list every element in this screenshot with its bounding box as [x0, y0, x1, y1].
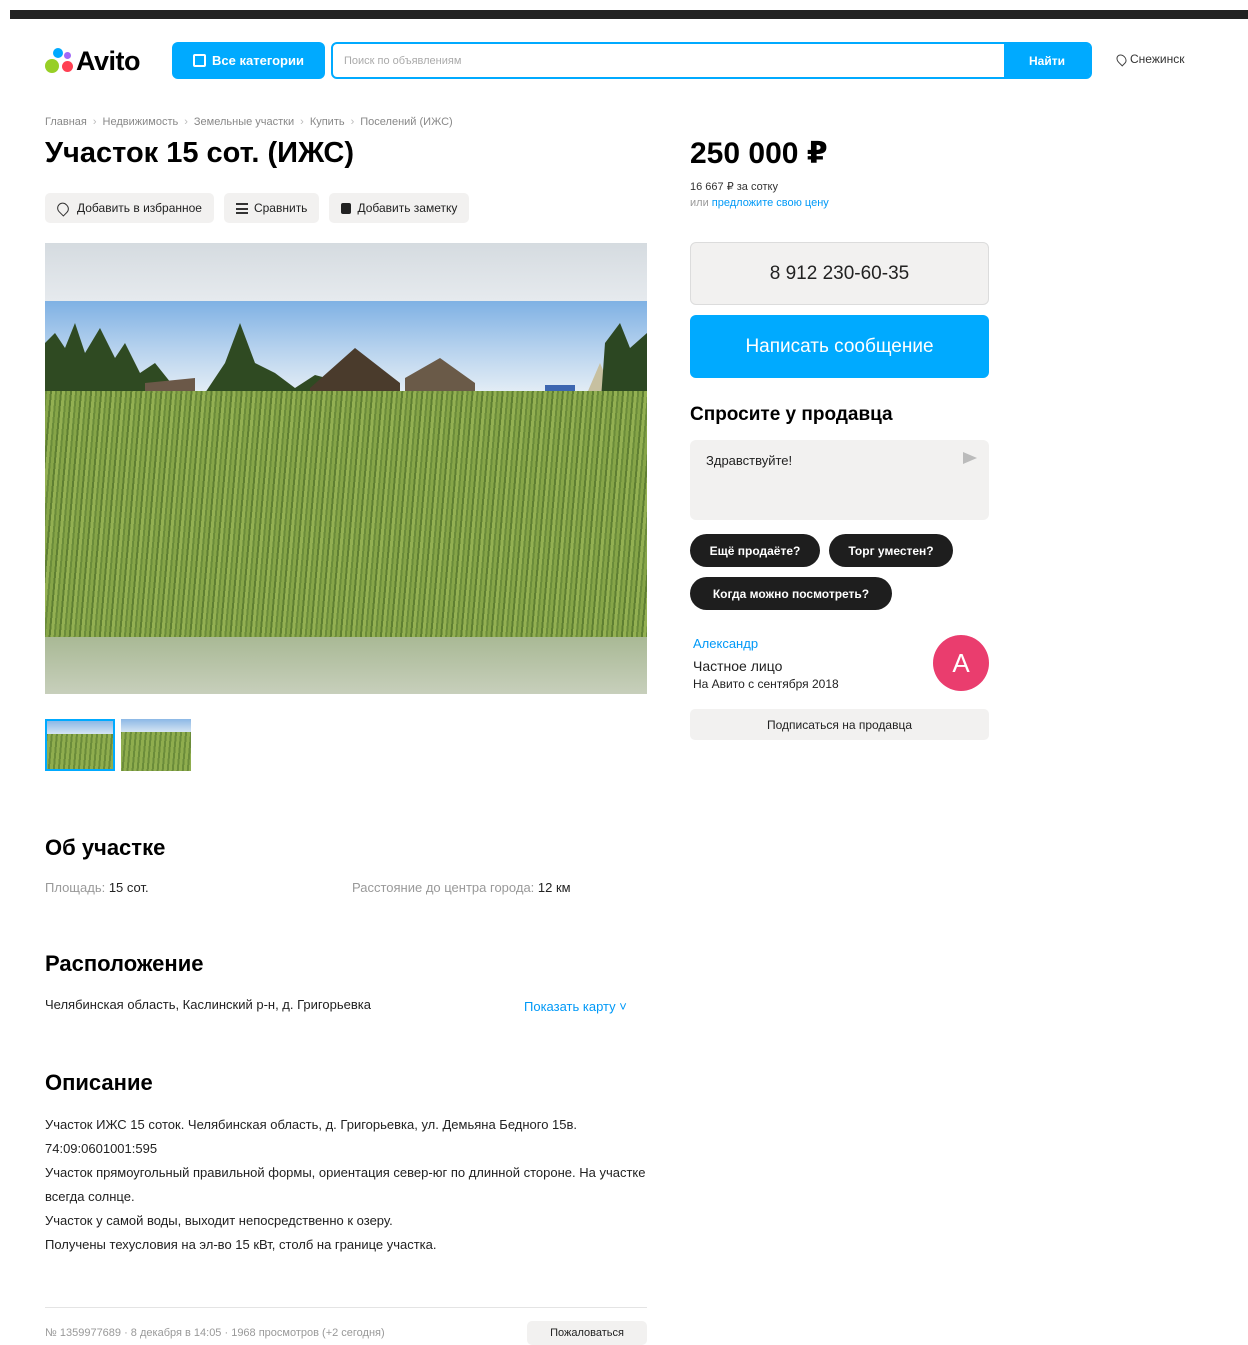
breadcrumb-item-settlements[interactable]: Поселений (ИЖС) — [360, 116, 452, 128]
compare-label: Сравнить — [253, 201, 308, 215]
all-categories-button[interactable]: Все категории — [172, 42, 325, 79]
write-message-button[interactable]: Написать сообщение — [690, 315, 989, 378]
distance-param: Расстояние до центра города: 12 км — [352, 880, 571, 895]
address-text: Челябинская область, Каслинский р-н, д. … — [45, 997, 371, 1012]
add-to-favorites-label: Добавить в избранное — [77, 201, 202, 215]
heart-icon — [54, 199, 72, 217]
distance-value: 12 км — [537, 880, 571, 895]
add-note-label: Добавить заметку — [357, 201, 458, 215]
all-categories-label: Все категории — [212, 53, 304, 68]
breadcrumb-separator: › — [300, 116, 304, 128]
breadcrumb-separator: › — [92, 116, 97, 128]
description-heading: Описание — [45, 1070, 153, 1095]
compare-icon — [235, 202, 248, 214]
area-param: Площадь: 15 сот. — [45, 880, 149, 895]
photo-thumbnail[interactable] — [121, 719, 191, 771]
location-heading: Расположение — [45, 951, 204, 976]
description-line: Получены техусловия на эл-во 15 кВт, сто… — [45, 1237, 437, 1252]
location-label: Снежинск — [1130, 52, 1185, 66]
breadcrumb-item-realty[interactable]: Недвижимость — [103, 116, 179, 128]
breadcrumb: Главная › Недвижимость › Земельные участки… — [45, 116, 453, 128]
offer-prefix: или — [690, 197, 709, 209]
logo-text: Avito — [76, 45, 141, 76]
breadcrumb-separator: › — [350, 116, 355, 128]
description-line: Участок у самой воды, выходит непосредст… — [45, 1213, 393, 1228]
description-line: Участок ИЖС 15 соток. Челябинская област… — [45, 1117, 578, 1156]
show-phone-button[interactable]: 8 912 230-60-35 — [690, 242, 989, 305]
ask-seller-box — [690, 440, 989, 520]
compare-button[interactable]: Сравнить — [223, 193, 320, 223]
price: 250 000 ₽ — [690, 137, 828, 170]
offer-price-link[interactable]: предложите свою цену — [712, 197, 829, 209]
send-icon[interactable] — [963, 452, 977, 464]
distance-label: Расстояние до центра города: — [352, 880, 535, 895]
location-selector[interactable]: Снежинск — [1114, 51, 1185, 67]
search-bar: Найти — [331, 42, 1092, 79]
avatar[interactable]: А — [933, 635, 989, 691]
quick-question-chip[interactable]: Торг уместен? — [829, 534, 953, 567]
description-line: Участок прямоугольный правильной формы, … — [45, 1165, 646, 1204]
search-button[interactable]: Найти — [1004, 42, 1090, 79]
listing-meta-info: № 1359977689 · 8 декабря в 14:05 · 1968 … — [45, 1327, 385, 1339]
subscribe-seller-button[interactable]: Подписаться на продавца — [690, 709, 989, 740]
main-photo[interactable] — [45, 243, 647, 694]
breadcrumb-item-home[interactable]: Главная — [45, 116, 87, 128]
add-note-button[interactable]: Добавить заметку — [329, 193, 470, 223]
ask-seller-heading: Спросите у продавца — [690, 404, 893, 425]
quick-question-chip[interactable]: Когда можно посмотреть? — [690, 577, 892, 610]
about-heading: Об участке — [45, 835, 166, 860]
listing-actions: Добавить в избранное Сравнить Добавить з… — [45, 193, 470, 223]
breadcrumb-separator: › — [184, 116, 188, 128]
complain-button[interactable]: Пожаловаться — [527, 1321, 647, 1345]
description-text: Участок ИЖС 15 соток. Челябинская област… — [45, 1113, 653, 1257]
categories-icon — [193, 54, 207, 67]
show-map-link[interactable]: Показать карту ˅ — [524, 999, 627, 1014]
breadcrumb-item-land[interactable]: Земельные участки — [194, 116, 294, 128]
offer-price-line: или предложите свою цену — [690, 197, 829, 209]
area-label: Площадь: — [45, 880, 106, 895]
search-input[interactable] — [333, 44, 1008, 77]
footer-divider — [45, 1307, 647, 1308]
location-pin-icon — [1114, 51, 1129, 67]
area-value: 15 сот. — [108, 880, 149, 895]
ask-seller-input[interactable] — [706, 453, 946, 468]
photo-thumbnail[interactable] — [45, 719, 115, 771]
logo-dots-icon — [45, 47, 73, 75]
seller-name-link[interactable]: Александр — [693, 636, 758, 651]
seller-type: Частное лицо — [693, 658, 783, 674]
listing-title: Участок 15 сот. (ИЖС) — [45, 137, 355, 169]
avito-logo[interactable]: Avito — [45, 44, 141, 78]
add-to-favorites-button[interactable]: Добавить в избранное — [45, 193, 214, 223]
price-per-sotka: 16 667 ₽ за сотку — [690, 181, 778, 193]
quick-question-chip[interactable]: Ещё продаёте? — [690, 534, 820, 567]
note-icon — [341, 202, 352, 214]
breadcrumb-item-buy[interactable]: Купить — [310, 116, 345, 128]
seller-since: На Авито с сентября 2018 — [693, 677, 839, 691]
top-bar — [10, 10, 1248, 19]
